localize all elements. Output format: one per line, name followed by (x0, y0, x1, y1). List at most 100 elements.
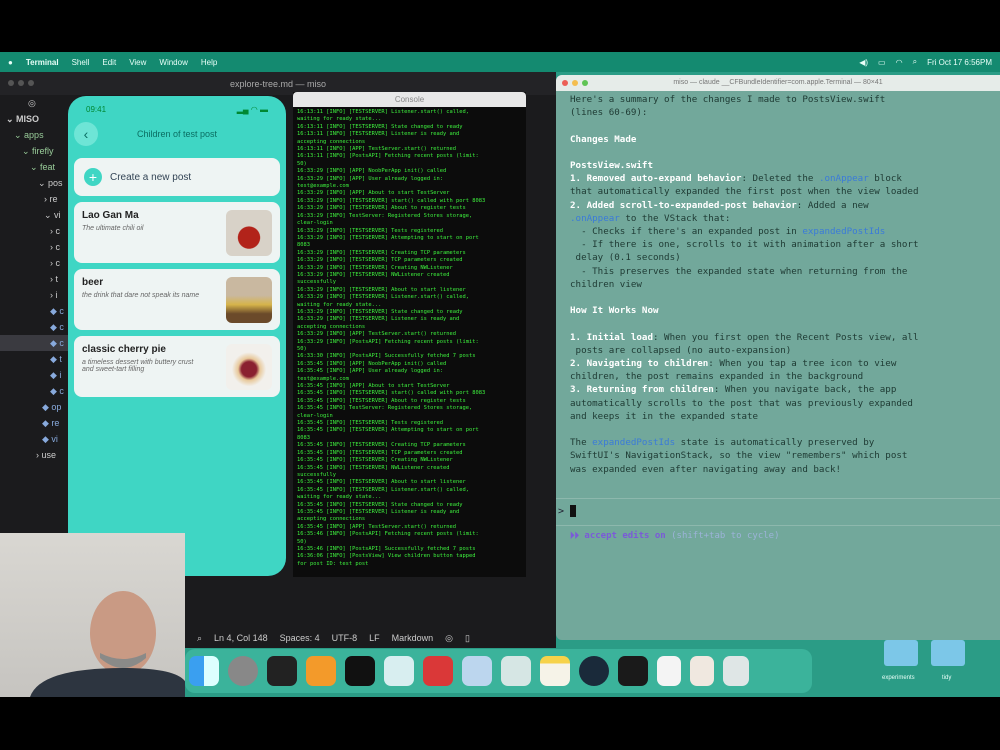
encoding[interactable]: UTF-8 (332, 633, 358, 643)
vscode-title: explore-tree.md — miso (229, 78, 327, 89)
tree-item[interactable]: ◆ op (0, 399, 70, 415)
post-image (226, 277, 272, 323)
folder-icon[interactable] (931, 640, 965, 666)
tree-item[interactable]: ⌄ firefly (0, 143, 70, 159)
chevron-left-icon: ‹ (83, 126, 89, 142)
menu-app-name[interactable]: Terminal (26, 58, 59, 67)
back-button[interactable]: ‹ (74, 122, 98, 146)
menu-help[interactable]: Help (201, 58, 217, 67)
tree-item[interactable]: › use (0, 447, 70, 463)
menu-view[interactable]: View (129, 58, 146, 67)
file-explorer: ◎ ⌄ MISO ⌄ apps ⌄ firefly ⌄ feat ⌄ pos ›… (0, 95, 70, 463)
tree-item[interactable]: ⌄ feat (0, 159, 70, 175)
tree-item[interactable]: › t (0, 271, 70, 287)
post-image (226, 210, 272, 256)
create-post-button[interactable]: + Create a new post (74, 158, 280, 196)
tree-item[interactable]: › c (0, 223, 70, 239)
post-card[interactable]: classic cherry pie a timeless dessert wit… (74, 336, 280, 397)
console-title: Console (394, 95, 425, 104)
preview-icon[interactable] (462, 656, 492, 686)
text-cursor (570, 505, 577, 517)
ios-simulator: 09:41 ▂▄ ◠ ▬ ‹ Children of test post + C… (68, 96, 286, 576)
tree-item[interactable]: ◆ c (0, 303, 70, 319)
tree-item[interactable]: › i (0, 287, 70, 303)
tree-item[interactable]: › c (0, 255, 70, 271)
console-window: Console 16:13:11 [INFO] [TESTSERVER] Lis… (293, 92, 526, 577)
folder-icon[interactable] (884, 640, 918, 666)
battery-icon[interactable]: ▭ (878, 58, 886, 67)
volume-icon[interactable]: ◀) (859, 58, 868, 67)
indentation[interactable]: Spaces: 4 (280, 633, 320, 643)
tree-item-selected[interactable]: ◆ c (0, 335, 70, 351)
copilot-icon[interactable]: ◎ (445, 633, 453, 644)
search-icon[interactable]: ⌕ (913, 57, 917, 67)
window-controls[interactable] (562, 80, 588, 86)
tree-item[interactable]: ◆ i (0, 367, 70, 383)
tree-item[interactable]: ⌄ MISO (0, 111, 70, 127)
notes-icon[interactable] (540, 656, 570, 686)
language-mode[interactable]: Markdown (392, 633, 434, 643)
expressvpn-icon[interactable] (423, 656, 453, 686)
terminal-window: miso — claude __CFBundleIdentifier=com.a… (556, 75, 1000, 640)
post-card[interactable]: beer the drink that dare not speak its na… (74, 269, 280, 330)
mode-indicator: ⏵⏵ accept edits on (shift+tab to cycle) (570, 531, 780, 541)
person-video (30, 591, 188, 697)
pages-icon[interactable] (306, 656, 336, 686)
vlc-icon[interactable] (690, 656, 714, 686)
blank-app-icon[interactable] (501, 656, 531, 686)
post-title: beer (82, 277, 104, 288)
document-icon[interactable] (657, 656, 681, 686)
explorer-icon[interactable]: ◎ (0, 95, 70, 111)
console-app-icon[interactable] (618, 656, 648, 686)
apple-icon[interactable]: ● (8, 58, 13, 67)
vscode-status-bar: ⌕ Ln 4, Col 148 Spaces: 4 UTF-8 LF Markd… (185, 628, 555, 648)
quicktime-icon[interactable] (579, 656, 609, 686)
terminal-title: miso — claude __CFBundleIdentifier=com.a… (673, 79, 883, 86)
create-post-label: Create a new post (110, 171, 192, 183)
tree-item[interactable]: ◆ t (0, 351, 70, 367)
menu-shell[interactable]: Shell (72, 58, 90, 67)
phone-time: 09:41 (86, 105, 107, 114)
post-image (226, 344, 272, 390)
webcam-overlay (0, 533, 188, 697)
console-title-bar: Console (293, 92, 526, 107)
signal-wifi-battery-icon: ▂▄ ◠ ▬ (236, 105, 268, 114)
tree-item[interactable]: ◆ vi (0, 431, 70, 447)
tree-item[interactable]: ◆ c (0, 319, 70, 335)
terminal-title-bar: miso — claude __CFBundleIdentifier=com.a… (556, 75, 1000, 91)
finder-icon[interactable] (189, 656, 219, 686)
bell-icon[interactable]: ▯ (465, 633, 470, 644)
zoom-icon[interactable]: ⌕ (197, 633, 202, 644)
menu-bar: ● Terminal Shell Edit View Window Help ◀… (0, 52, 1000, 72)
tree-item[interactable]: ⌄ apps (0, 127, 70, 143)
app-icon[interactable] (384, 656, 414, 686)
folder-label[interactable]: tidy (942, 675, 951, 681)
menu-window[interactable]: Window (159, 58, 187, 67)
tree-item[interactable]: ⌄ pos (0, 175, 70, 191)
post-title: classic cherry pie (82, 344, 166, 355)
clock[interactable]: Fri Oct 17 6:56PM (927, 58, 992, 67)
tree-item[interactable]: ◆ re (0, 415, 70, 431)
menu-edit[interactable]: Edit (102, 58, 116, 67)
prompt-input[interactable]: > (556, 498, 1000, 526)
wifi-icon[interactable]: ◠ (896, 58, 903, 67)
tree-item[interactable]: › re (0, 191, 70, 207)
tree-item[interactable]: ◆ c (0, 383, 70, 399)
tree-item[interactable]: › c (0, 239, 70, 255)
plus-icon: + (84, 168, 102, 186)
post-card[interactable]: Lao Gan Ma The ultimate chili oil (74, 202, 280, 263)
window-controls[interactable] (8, 80, 34, 86)
terminal-icon[interactable] (267, 656, 297, 686)
chatgpt-icon[interactable] (345, 656, 375, 686)
post-desc: the drink that dare not speak its name (82, 292, 200, 299)
line-ending[interactable]: LF (369, 633, 380, 643)
post-desc: a timeless dessert with buttery crust an… (82, 359, 194, 373)
cursor-position[interactable]: Ln 4, Col 148 (214, 633, 268, 643)
nav-bar: ‹ Children of test post (68, 114, 286, 154)
trash-icon[interactable] (723, 656, 749, 686)
folder-label[interactable]: experiments (882, 675, 915, 681)
console-log: 16:13:11 [INFO] [TESTSERVER] Listener.st… (297, 109, 486, 567)
terminal-output: Here's a summary of the changes I made t… (570, 94, 919, 475)
system-settings-icon[interactable] (228, 656, 258, 686)
tree-item[interactable]: ⌄ vi (0, 207, 70, 223)
